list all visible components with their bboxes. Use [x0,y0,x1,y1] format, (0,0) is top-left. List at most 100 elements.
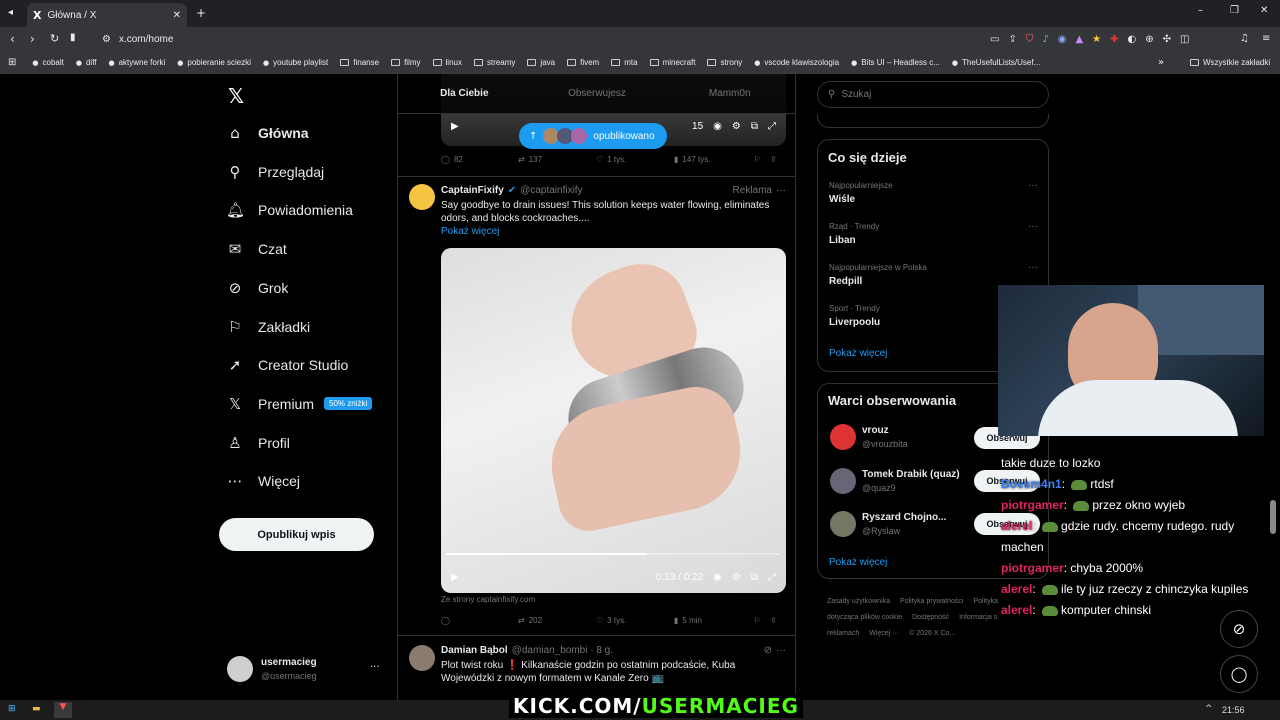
puzzle-icon[interactable]: ✣ [1163,34,1171,45]
footer-link[interactable]: Dostępność [912,614,949,621]
apps-grid-icon[interactable]: ⊞ [8,57,16,68]
forward-icon[interactable]: › [30,32,35,46]
footer-link[interactable]: Więcej ··· [869,630,899,637]
extension-icon[interactable]: ▲ [1075,34,1083,45]
bookmark-item[interactable]: mta [611,58,638,67]
show-more-link[interactable]: Pokaż więcej [441,226,499,237]
reply-button[interactable]: ◯ [441,616,518,625]
bookmark-item[interactable]: fivem [567,58,599,67]
bookmark-item[interactable]: minecraft [649,58,695,67]
extension-icon[interactable]: ✚ [1110,34,1118,45]
nav-item-9[interactable]: ⋯ Więcej [226,472,301,490]
all-bookmarks[interactable]: Wszystkie zakładki [1190,58,1270,67]
sound-icon[interactable]: ◂ [8,7,13,18]
pip-icon[interactable]: ⧉ [751,121,758,132]
fullscreen-icon[interactable]: ⤢ [768,572,776,583]
volume-icon[interactable]: ◉ [713,121,722,132]
like-button[interactable]: ♡ 3 tys. [596,616,674,625]
site-info-icon[interactable]: ⚙ [102,34,111,45]
restore-icon[interactable]: ❐ [1230,5,1239,16]
bookmark-item[interactable]: java [527,58,555,67]
views-button[interactable]: ▮ 147 tys. [674,155,754,164]
back-icon[interactable]: ‹ [10,32,15,46]
account-switcher[interactable]: usermacieg @usermacieg [227,656,317,682]
more-icon[interactable]: ··· [1028,262,1038,273]
sidebar-icon[interactable]: ◫ [1180,34,1189,45]
bookmark-item[interactable]: finanse [340,58,379,67]
avatar[interactable] [409,645,435,671]
bookmark-item[interactable]: ● diff [76,58,97,67]
share-icon[interactable]: ⇪ [1008,34,1016,45]
author-handle[interactable]: @damian_bombi · 8 g. [512,645,613,656]
more-icon[interactable]: ··· [1028,180,1038,191]
bookmark-item[interactable]: ● pobieranie sciezki [177,58,251,67]
bookmark-item[interactable]: ● aktywne forki [109,58,166,67]
bookmark-item[interactable]: streamy [473,58,515,67]
bookmark-item[interactable]: linux [432,58,462,67]
settings-icon[interactable]: ⚙ [732,572,741,583]
more-icon[interactable]: ··· [1028,221,1038,232]
repost-button[interactable]: ⇄ 137 [518,155,596,164]
messages-button[interactable]: ◯ [1220,655,1258,693]
nav-item-8[interactable]: ♙ Profil [226,434,290,452]
cast-icon[interactable]: ▭ [990,34,999,45]
tab-list[interactable]: Mamm0n [663,74,795,113]
repost-button[interactable]: ⇄ 202 [518,616,596,625]
bookmark-page-icon[interactable]: ▮ [70,32,76,43]
play-icon[interactable]: ▶ [451,572,459,583]
nav-item-3[interactable]: ✉ Czat [226,240,287,258]
url-field[interactable]: ⚙ x.com/home [96,30,976,49]
brave-shield-icon[interactable]: ⛉ [1026,34,1034,45]
trend-item[interactable]: Najpopularniejsze w Polska Redpill [829,263,927,287]
bookmark-item[interactable]: ● youtube playlist [263,58,328,67]
author-handle[interactable]: @captainfixify [520,185,582,196]
who-show-more[interactable]: Pokaż więcej [829,557,887,568]
close-window-icon[interactable]: ✕ [1260,5,1268,16]
ad-video[interactable]: ▶ 0:13 / 0:22 ◉ ⚙ ⧉ ⤢ [441,248,786,593]
bookmark-item[interactable]: strony [707,58,742,67]
bookmark-item[interactable]: ● vscode klawiszologia [754,58,839,67]
bookmark-item[interactable]: ● Bits UI – Headless c... [851,58,940,67]
new-tab-icon[interactable]: + [196,6,206,20]
reply-button[interactable]: ◯ 82 [441,155,518,164]
nav-item-0[interactable]: ⌂ Główna [226,124,308,142]
brave-browser-icon[interactable]: ▼ [54,702,72,718]
music-extension-icon[interactable]: ♪ [1042,34,1048,45]
trend-item[interactable]: Rząd · Trendy Liban [829,222,879,246]
search-input[interactable]: ⚲ Szukaj [817,81,1049,108]
extension-icon[interactable]: ⊕ [1145,34,1153,45]
footer-link[interactable]: © 2026 X Co... [909,630,955,637]
publish-button[interactable]: Opublikuj wpis [219,518,374,551]
author-name[interactable]: Damian Bąbol [441,645,508,656]
play-icon[interactable]: ▶ [451,121,459,132]
tab-following[interactable]: Obserwujesz [531,74,664,113]
reload-icon[interactable]: ↻ [50,32,59,45]
extension-icon[interactable]: ◉ [1058,34,1067,45]
new-posts-pill[interactable]: ↑ opublikowano [519,123,667,149]
nav-item-4[interactable]: ⊘ Grok [226,279,289,297]
video-progress-track[interactable] [446,553,781,555]
author-name[interactable]: CaptainFixify [441,185,504,196]
trend-item[interactable]: Sport · Trendy Liverpoolu [829,304,880,328]
settings-icon[interactable]: ⚙ [732,121,741,132]
bookmark-item[interactable]: filmy [391,58,421,67]
close-tab-icon[interactable]: ✕ [173,10,181,21]
like-button[interactable]: ♡ 1 tys. [596,155,674,164]
share-button[interactable]: ⇪ [770,155,777,164]
bookmark-item[interactable]: ● TheUsefulLists/Usef... [952,58,1040,67]
share-button[interactable]: ⇪ [770,616,777,625]
x-logo-icon[interactable]: 𝕏 [228,84,244,108]
views-button[interactable]: ▮ 5 min [674,616,754,625]
tab-for-you[interactable]: Dla Ciebie [398,74,531,113]
follow-suggestion[interactable]: Ryszard Chojno... @Ryslaw [830,511,946,537]
grok-button[interactable]: ⊘ [1220,610,1258,648]
nav-item-2[interactable]: 🔔︎ Powiadomienia [226,201,353,219]
account-menu-icon[interactable]: ··· [370,662,380,673]
nav-item-7[interactable]: 𝕏 Premium 50% zniżki [226,395,373,413]
avatar[interactable] [409,184,435,210]
extension-icon[interactable]: ★ [1092,34,1101,45]
file-explorer-icon[interactable]: ▬ [32,704,41,714]
nav-item-6[interactable]: ➚ Creator Studio [226,356,349,374]
more-icon[interactable]: ··· [776,645,786,656]
more-bookmarks-icon[interactable]: » [1158,57,1164,68]
